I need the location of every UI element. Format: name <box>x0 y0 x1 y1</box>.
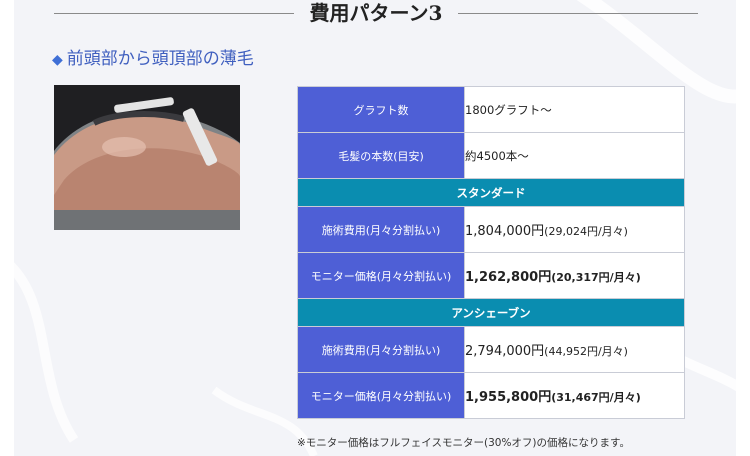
unshaven-fee-main: 2,794,000円 <box>465 344 545 359</box>
table-row-unshaven-fee: 施術費用(月々分割払い) 2,794,000円(44,952円/月々) <box>297 326 685 373</box>
graft-label: グラフト数 <box>297 86 465 133</box>
standard-monitor-label: モニター価格(月々分割払い) <box>297 252 465 299</box>
table-row-graft: グラフト数 1800グラフト〜 <box>297 86 685 133</box>
section-row-unshaven: アンシェーブン <box>297 298 685 327</box>
standard-section-title: スタンダード <box>297 178 685 207</box>
monitor-price-note: ※モニター価格はフルフェイスモニター(30%オフ)の価格になります。 <box>297 437 630 449</box>
scalp-photo-image <box>54 85 240 230</box>
section-heading: 費用パターン3 <box>54 0 698 28</box>
heading-rule-right <box>458 13 698 14</box>
table-row-hair: 毛髪の本数(目安) 約4500本〜 <box>297 132 685 179</box>
unshaven-section-title: アンシェーブン <box>297 298 685 327</box>
unshaven-monitor-monthly: (31,467円/月々) <box>551 391 641 404</box>
table-row-standard-monitor: モニター価格(月々分割払い) 1,262,800円(20,317円/月々) <box>297 252 685 299</box>
standard-fee-label: 施術費用(月々分割払い) <box>297 206 465 253</box>
graft-value: 1800グラフト〜 <box>464 86 685 133</box>
unshaven-monitor-label: モニター価格(月々分割払い) <box>297 372 465 419</box>
hair-count-label: 毛髪の本数(目安) <box>297 132 465 179</box>
subheading: ◆ 前頭部から頭頂部の薄毛 <box>52 48 254 71</box>
table-row-unshaven-monitor: モニター価格(月々分割払い) 1,955,800円(31,467円/月々) <box>297 372 685 419</box>
hair-count-value: 約4500本〜 <box>464 132 685 179</box>
standard-fee-value: 1,804,000円(29,024円/月々) <box>464 206 685 253</box>
price-table: グラフト数 1800グラフト〜 毛髪の本数(目安) 約4500本〜 スタンダード… <box>297 86 685 419</box>
unshaven-fee-label: 施術費用(月々分割払い) <box>297 326 465 373</box>
page-container: 費用パターン3 ◆ 前頭部から頭頂部の薄毛 グラフト数 1800グラフト〜 毛髪の… <box>14 0 736 456</box>
standard-monitor-main: 1,262,800円 <box>465 270 552 285</box>
standard-monitor-value: 1,262,800円(20,317円/月々) <box>464 252 685 299</box>
unshaven-fee-value: 2,794,000円(44,952円/月々) <box>464 326 685 373</box>
standard-fee-main: 1,804,000円 <box>465 224 545 239</box>
unshaven-monitor-main: 1,955,800円 <box>465 390 552 405</box>
section-row-standard: スタンダード <box>297 178 685 207</box>
standard-monitor-monthly: (20,317円/月々) <box>551 271 641 284</box>
subheading-text: 前頭部から頭頂部の薄毛 <box>66 49 254 69</box>
unshaven-fee-monthly: (44,952円/月々) <box>544 345 628 358</box>
scalp-photo <box>54 85 240 230</box>
standard-fee-monthly: (29,024円/月々) <box>544 225 628 238</box>
diamond-icon: ◆ <box>52 52 63 68</box>
unshaven-monitor-value: 1,955,800円(31,467円/月々) <box>464 372 685 419</box>
table-row-standard-fee: 施術費用(月々分割払い) 1,804,000円(29,024円/月々) <box>297 206 685 253</box>
